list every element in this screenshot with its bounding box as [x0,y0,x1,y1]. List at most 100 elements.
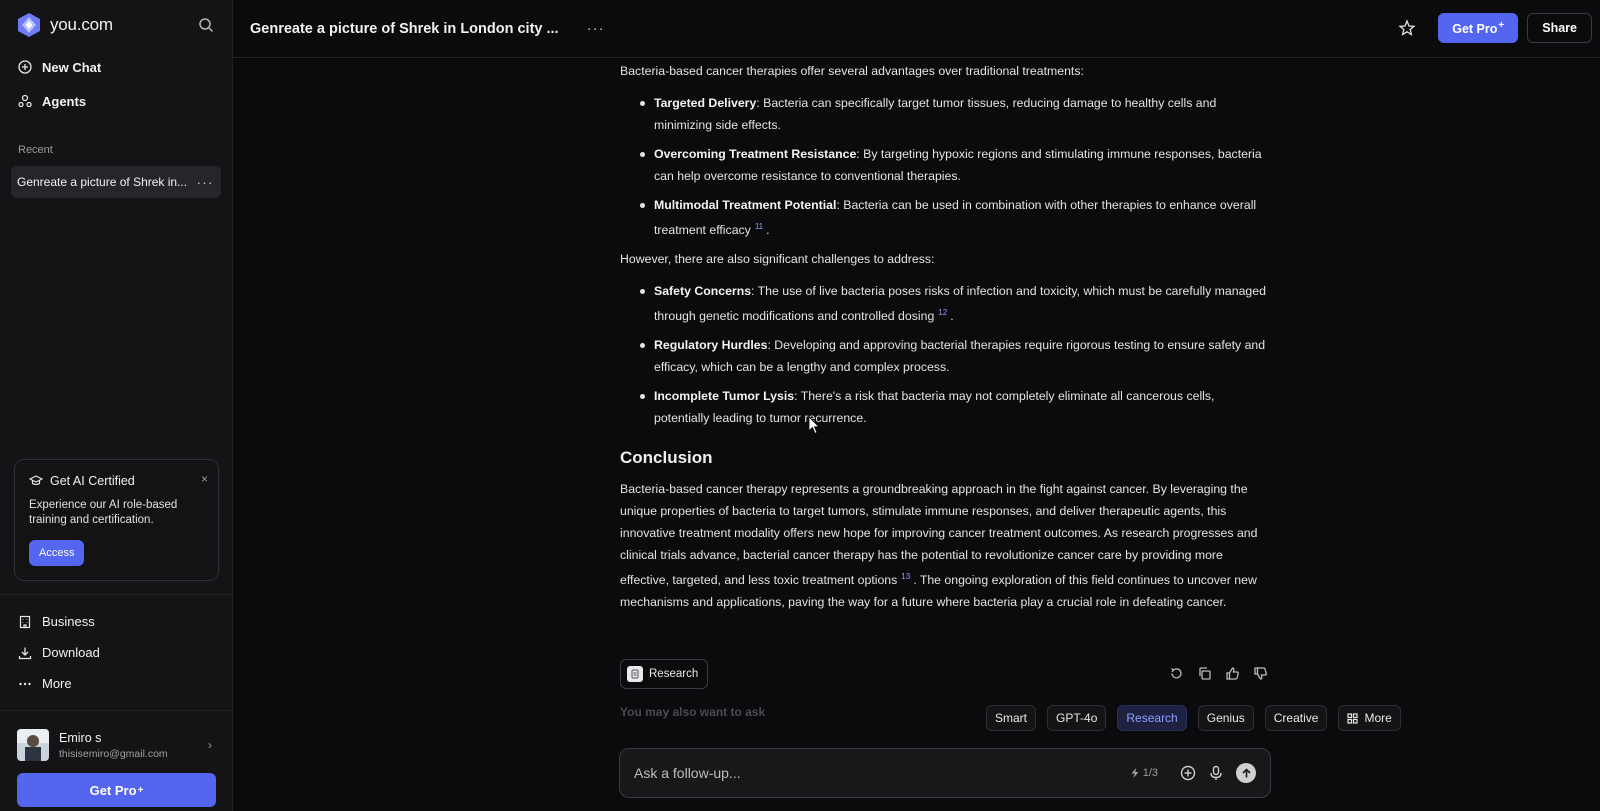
main-panel: Genreate a picture of Shrek in London ci… [233,0,1600,811]
conclusion-heading: Conclusion [620,448,713,468]
get-pro-button[interactable]: Get Pro+ [1438,13,1519,43]
citation-link[interactable]: 11 [755,222,763,231]
more-options-icon[interactable]: ··· [195,174,215,190]
brand-name: you.com [50,15,113,34]
agents-icon [18,94,32,108]
thumbs-up-icon[interactable] [1225,666,1240,681]
building-icon [19,615,31,628]
list-item-term: Multimodal Treatment Potential [654,198,837,212]
answer-content: Bacteria-based cancer therapies offer se… [620,58,1270,613]
mode-gpt-4o[interactable]: GPT-4o [1047,705,1107,731]
list-item-term: Regulatory Hurdles [654,338,768,353]
get-pro-button[interactable]: Get Pro+ [17,773,216,807]
divider [0,594,232,595]
recent-chat-item[interactable]: Genreate a picture of Shrek in... ··· [11,166,221,198]
mode-selector: Smart GPT-4o Research Genius Creative Mo… [986,705,1412,731]
citation-link[interactable]: 12 [938,308,947,317]
copy-icon[interactable] [1197,666,1212,681]
list-item-tail: . [950,309,954,324]
list-item-term: Overcoming Treatment Resistance [654,147,857,161]
advantages-list: Targeted Delivery: Bacteria can specific… [620,92,1270,241]
regenerate-icon[interactable] [1169,666,1184,681]
sidebar-item-more[interactable]: More [0,668,232,699]
list-item: Incomplete Tumor Lysis: There's a risk t… [640,385,1270,429]
list-item-term: Incomplete Tumor Lysis [654,389,795,404]
challenges-list: Safety Concerns: The use of live bacteri… [620,280,1270,429]
citation-link[interactable]: 13 [901,572,910,581]
chat-title[interactable]: Genreate a picture of Shrek in London ci… [250,21,559,37]
list-item: Multimodal Treatment Potential: Bacteria… [640,194,1270,241]
mode-smart[interactable]: Smart [986,705,1037,731]
sidebar: you.com New Chat Agents Recent Genreate … [0,0,233,811]
mode-creative[interactable]: Creative [1264,705,1328,731]
avatar [17,729,49,761]
list-item: Regulatory Hurdles: Developing and appro… [640,334,1270,378]
access-button[interactable]: Access [29,540,85,566]
get-pro-label: Get Pro [89,782,137,798]
microphone-icon[interactable] [1208,765,1224,781]
more-label: More [42,676,72,691]
mode-research[interactable]: Research [1117,705,1187,731]
get-pro-label: Get Pro [1452,22,1498,37]
user-email: thisisemiro@gmail.com [59,747,168,760]
pro-plus-mark: + [1498,19,1505,31]
pro-plus-mark: + [137,784,144,796]
business-label: Business [42,614,95,629]
research-mode-chip[interactable]: Research [620,659,709,689]
mouse-cursor-icon [809,417,820,435]
cert-card-header: Get AI Certified [29,474,204,488]
download-label: Download [42,645,100,660]
recent-section-label: Recent [18,144,53,156]
mode-more[interactable]: More [1338,705,1401,731]
more-options-icon[interactable]: ··· [587,20,605,37]
plus-circle-icon [18,60,32,74]
you-logo-icon [18,13,40,37]
list-item: Overcoming Treatment Resistance: By targ… [640,143,1270,187]
app-root: you.com New Chat Agents Recent Genreate … [0,0,1600,811]
arrow-up-icon [1241,767,1251,777]
share-button[interactable]: Share [1527,13,1592,43]
list-item: Safety Concerns: The use of live bacteri… [640,280,1270,327]
top-bar: Genreate a picture of Shrek in London ci… [233,0,1600,58]
conclusion-paragraph: Bacteria-based cancer therapy represents… [620,478,1270,613]
quota-count: 1/3 [1142,767,1158,779]
top-actions: Get Pro+ Share [1398,13,1592,43]
graduation-cap-icon [29,475,43,486]
sidebar-item-download[interactable]: Download [0,637,232,668]
cert-description: Experience our AI role-based training an… [29,499,178,526]
ai-certified-card: Get AI Certified × Experience our AI rol… [14,459,219,581]
agents-label: Agents [42,93,87,109]
research-chip-label: Research [649,668,699,680]
download-icon [18,647,32,659]
follow-up-input[interactable] [634,765,1130,781]
research-icon [627,666,643,682]
list-item-term: Safety Concerns [654,284,752,299]
follow-up-composer: 1/3 [619,748,1271,798]
user-name: Emiro s [59,730,102,745]
conclusion-text: Bacteria-based cancer therapy represents… [620,482,1258,588]
new-chat-button[interactable]: New Chat [0,50,232,84]
user-profile[interactable]: Emiro s thisisemiro@gmail.com › [0,725,232,765]
mode-genius[interactable]: Genius [1197,705,1254,731]
chevron-right-icon[interactable]: › [208,738,212,752]
answer-actions: Research [620,659,1270,689]
list-item-term: Targeted Delivery [654,96,757,110]
search-icon[interactable] [198,17,214,33]
advantages-intro: Bacteria-based cancer therapies offer se… [620,64,1084,78]
divider [0,710,232,711]
attach-plus-icon[interactable] [1180,765,1196,781]
cert-title: Get AI Certified [50,474,135,488]
agents-button[interactable]: Agents [0,84,232,118]
thumbs-down-icon[interactable] [1253,666,1268,681]
query-quota: 1/3 [1130,767,1158,779]
list-item: Targeted Delivery: Bacteria can specific… [640,92,1270,136]
sidebar-item-business[interactable]: Business [0,606,232,637]
related-questions-label: You may also want to ask [620,705,766,719]
more-dots-icon [19,682,31,685]
star-icon[interactable] [1398,19,1416,37]
list-item-tail: . [766,223,770,238]
close-icon[interactable]: × [201,472,208,486]
send-button[interactable] [1236,763,1256,783]
user-info: Emiro s thisisemiro@gmail.com [59,731,168,760]
lightning-icon [1131,768,1139,778]
